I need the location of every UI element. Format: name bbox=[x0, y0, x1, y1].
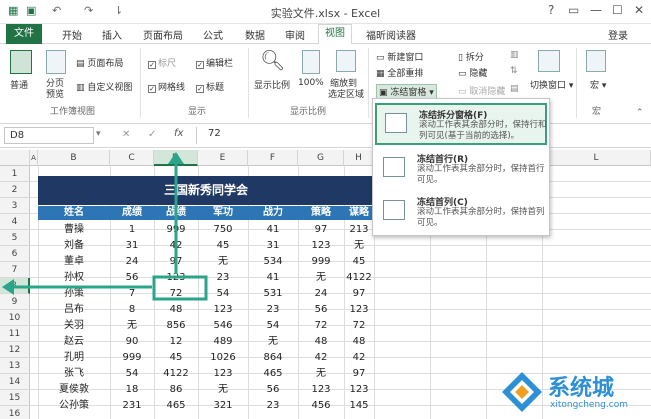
minimize-icon[interactable]: — bbox=[590, 3, 602, 17]
ribbon-separator bbox=[576, 48, 577, 118]
fx-icon[interactable]: fx bbox=[174, 128, 183, 139]
page-break-icon[interactable] bbox=[46, 50, 66, 74]
zoom-100-button[interactable]: 100% bbox=[298, 78, 324, 88]
unhide-label: 取消隐藏 bbox=[469, 87, 506, 97]
login-link[interactable]: 登录 bbox=[608, 27, 628, 42]
hide-button[interactable]: ▭ 隐藏 bbox=[458, 66, 487, 79]
hide-label: 隐藏 bbox=[469, 69, 488, 79]
new-window-label: 新建窗口 bbox=[387, 53, 424, 63]
namebox-dropdown-icon[interactable]: ▾ bbox=[96, 129, 101, 139]
normal-view-button[interactable]: 普通 bbox=[10, 78, 28, 91]
zoom-selection-line2: 选定区域 bbox=[328, 90, 365, 100]
ribbon-separator bbox=[368, 48, 369, 118]
page-layout-label: 页面布局 bbox=[87, 59, 124, 69]
tab-file[interactable]: 文件 bbox=[6, 24, 42, 44]
collapse-ribbon-icon[interactable]: ⌃ bbox=[636, 108, 644, 118]
view-side-by-side-icon[interactable]: ▥ bbox=[510, 50, 519, 60]
custom-views-button[interactable]: ▥ 自定义视图 bbox=[76, 80, 132, 93]
split-label: 拆分 bbox=[465, 53, 484, 63]
title-bar: ▦ ▣ ↶ ↷ ⇂ 实验文件.xlsx - Excel ? ▭ — ☐ ✕ bbox=[0, 0, 651, 24]
zoom-selection-icon[interactable] bbox=[336, 50, 356, 72]
freeze-first-column-icon bbox=[383, 200, 405, 220]
ribbon-separator bbox=[248, 48, 249, 118]
enter-icon[interactable]: ✓ bbox=[148, 129, 156, 140]
formula-input[interactable]: 72 bbox=[208, 128, 221, 139]
freeze-panes-label: 冻结窗格 bbox=[390, 88, 427, 98]
menu-item-freeze-top-row[interactable]: 冻结首行(R) 滚动工作表其余部分时，保持首行可见。 bbox=[375, 149, 547, 191]
switch-windows-button[interactable]: 切换窗口 ▾ bbox=[530, 78, 573, 91]
new-window-button[interactable]: ▭ 新建窗口 bbox=[376, 50, 423, 63]
reset-window-icon[interactable]: ▤ bbox=[510, 84, 519, 94]
tab-data[interactable]: 数据 bbox=[245, 27, 265, 42]
menu-item-freeze-panes[interactable]: 冻结拆分窗格(F) 滚动工作表其余部分时，保持行和列可见(基于当前的选择)。 bbox=[375, 103, 547, 145]
watermark-brand: 系统城 bbox=[548, 376, 615, 401]
group-label-zoom: 显示比例 bbox=[290, 107, 327, 117]
ruler-label: 标尺 bbox=[158, 59, 177, 69]
freeze-panes-icon bbox=[385, 113, 407, 133]
tab-foxit-reader[interactable]: 福昕阅读器 bbox=[366, 27, 416, 42]
close-icon[interactable]: ✕ bbox=[634, 3, 644, 17]
tab-insert[interactable]: 插入 bbox=[102, 27, 122, 42]
selected-cell-outline bbox=[152, 275, 208, 301]
menu-item-desc: 滚动工作表其余部分时，保持首列可见。 bbox=[417, 207, 545, 228]
zoom-100-icon[interactable] bbox=[302, 50, 320, 74]
arrange-all-button[interactable]: ▦ 全部重排 bbox=[376, 66, 423, 79]
formula-bar-label: 编辑栏 bbox=[206, 59, 234, 69]
group-label-macros: 宏 bbox=[592, 107, 602, 117]
watermark-url: xitongcheng.com bbox=[550, 400, 628, 410]
macros-icon[interactable] bbox=[586, 50, 606, 72]
gridlines-label: 网格线 bbox=[158, 83, 186, 93]
switch-windows-label: 切换窗口 bbox=[530, 81, 567, 91]
help-button[interactable]: ? bbox=[548, 3, 554, 17]
arrange-all-label: 全部重排 bbox=[387, 69, 424, 79]
zoom-button[interactable]: 显示比例 bbox=[254, 78, 290, 91]
gridlines-checkbox[interactable]: ✓ 网格线 bbox=[148, 80, 185, 93]
watermark: 系统城 xitongcheng.com bbox=[500, 368, 650, 418]
freeze-panes-menu: 冻结拆分窗格(F) 滚动工作表其余部分时，保持行和列可见(基于当前的选择)。 冻… bbox=[372, 98, 550, 236]
formula-bar-checkbox[interactable]: ✓ 编辑栏 bbox=[196, 56, 233, 69]
tab-home[interactable]: 开始 bbox=[62, 27, 82, 42]
freeze-top-row-icon bbox=[383, 157, 405, 177]
ribbon-separator bbox=[140, 48, 141, 118]
macros-label: 宏 bbox=[590, 81, 600, 91]
group-label-show: 显示 bbox=[188, 107, 207, 117]
ribbon-options-icon[interactable]: ▭ bbox=[568, 3, 579, 17]
zoom-magnifier-icon[interactable]: 🔍︎ bbox=[260, 48, 285, 72]
split-button[interactable]: ▯ 拆分 bbox=[458, 50, 484, 63]
headings-label: 标题 bbox=[206, 83, 225, 93]
switch-windows-icon[interactable] bbox=[538, 50, 560, 72]
macros-button[interactable]: 宏 ▾ bbox=[590, 78, 606, 91]
arrow-left-icon bbox=[2, 279, 14, 295]
arrow-up-icon bbox=[168, 152, 184, 164]
tab-page-layout[interactable]: 页面布局 bbox=[143, 27, 183, 42]
tab-view[interactable]: 视图 bbox=[318, 24, 352, 45]
maximize-icon[interactable]: ☐ bbox=[612, 3, 623, 17]
page-break-preview-line2: 预览 bbox=[46, 90, 65, 100]
ruler-checkbox[interactable]: ✓ 标尺 bbox=[148, 56, 176, 69]
ribbon: 普通 分页 预览 ▤ 页面布局 ▥ 自定义视图 工作簿视图 ✓ 标尺 ✓ 编辑栏 ✓… bbox=[0, 44, 651, 124]
ribbon-tabs: 文件 开始 插入 页面布局 公式 数据 审阅 视图 福昕阅读器 登录 bbox=[0, 24, 651, 45]
freeze-panes-button[interactable]: ▣ 冻结窗格 ▾ bbox=[376, 84, 437, 99]
formula-bar: D8 ▾ ✕ ✓ fx 72 bbox=[0, 124, 651, 148]
custom-views-label: 自定义视图 bbox=[87, 83, 133, 93]
cancel-icon[interactable]: ✕ bbox=[122, 129, 130, 140]
tab-review[interactable]: 审阅 bbox=[285, 27, 305, 42]
menu-item-desc: 滚动工作表其余部分时，保持首行可见。 bbox=[417, 164, 545, 185]
unhide-button[interactable]: ▭ 取消隐藏 bbox=[458, 84, 505, 97]
tab-formulas[interactable]: 公式 bbox=[203, 27, 223, 42]
sync-scroll-icon[interactable]: ⇅ bbox=[510, 66, 518, 76]
watermark-logo-icon bbox=[502, 372, 542, 412]
menu-item-desc: 滚动工作表其余部分时，保持行和列可见(基于当前的选择)。 bbox=[419, 120, 547, 141]
normal-view-icon[interactable] bbox=[10, 50, 32, 74]
group-label-workbook-views: 工作簿视图 bbox=[50, 107, 96, 117]
page-layout-button[interactable]: ▤ 页面布局 bbox=[76, 56, 123, 69]
name-box[interactable]: D8 bbox=[4, 127, 94, 144]
menu-item-freeze-first-column[interactable]: 冻结首列(C) 滚动工作表其余部分时，保持首列可见。 bbox=[375, 192, 547, 234]
formula-divider bbox=[196, 127, 197, 144]
headings-checkbox[interactable]: ✓ 标题 bbox=[196, 80, 224, 93]
